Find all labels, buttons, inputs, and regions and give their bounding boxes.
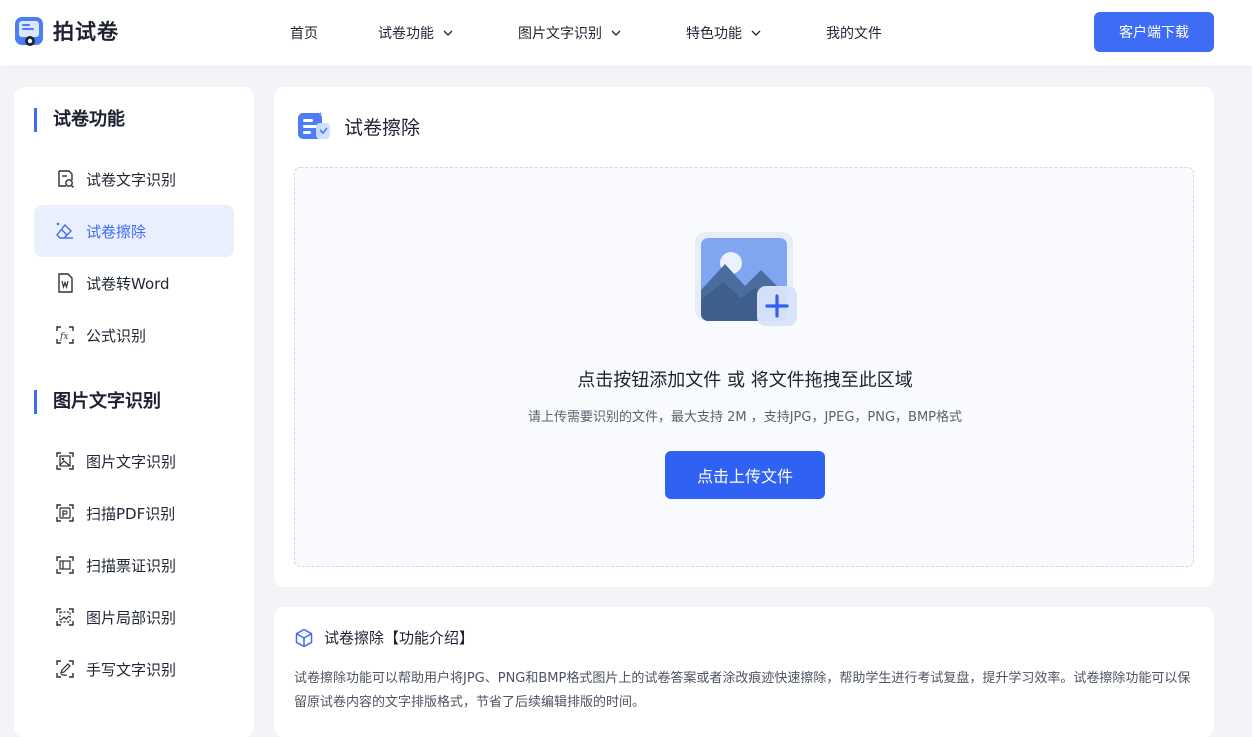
formula-icon: fx	[56, 326, 74, 344]
sidebar-item-formula-ocr[interactable]: fx 公式识别	[34, 309, 234, 361]
sidebar-item-partial-scan[interactable]: 图片局部识别	[34, 591, 234, 643]
sidebar-item-label: 试卷转Word	[86, 274, 170, 293]
intro-body-text: 试卷擦除功能可以帮助用户将JPG、PNG和BMP格式图片上的试卷答案或者涂改痕迹…	[294, 671, 1191, 710]
nav-label: 首页	[290, 26, 318, 42]
top-navigation-bar: 拍试卷 首页 试卷功能 图片文字识别 特色功能 我的文件 客户端下载	[0, 0, 1252, 66]
sidebar-section-title: 图片文字识别	[34, 390, 161, 414]
doc-search-icon	[58, 170, 74, 188]
nav-label: 我的文件	[826, 26, 882, 42]
sidebar: 试卷功能 试卷文字识别 试卷擦除 试卷转Word fx 公式识别 图片文字识别 …	[14, 87, 254, 737]
sidebar-item-label: 试卷擦除	[86, 222, 147, 241]
file-dropzone[interactable]: 点击按钮添加文件 或 将文件拖拽至此区域 请上传需要识别的文件，最大支持 2M …	[294, 167, 1194, 567]
nav-item-exam-features[interactable]: 试卷功能	[378, 23, 518, 43]
sidebar-item-label: 扫描PDF识别	[86, 504, 176, 523]
sidebar-item-label: 图片局部识别	[86, 608, 177, 627]
sidebar-item-label: 扫描票证识别	[86, 556, 177, 575]
dropzone-hint-text: 请上传需要识别的文件，最大支持 2M ，支持JPG，JPEG，PNG，BMP格式	[527, 410, 963, 425]
image-scan-icon	[56, 452, 74, 470]
nav-label: 图片文字识别	[518, 26, 602, 42]
sidebar-item-exam-ocr[interactable]: 试卷文字识别	[34, 153, 234, 205]
upload-panel: 试卷擦除 点击按钮添加文件 或 将文件拖拽至此区域 请上传需要识别的文件，最大支…	[274, 87, 1214, 587]
nav-item-my-files[interactable]: 我的文件	[826, 23, 882, 43]
add-image-icon	[695, 232, 797, 326]
sidebar-item-image-ocr[interactable]: 图片文字识别	[34, 435, 234, 487]
intro-title: 试卷擦除【功能介绍】	[294, 627, 474, 648]
sidebar-item-label: 公式识别	[86, 326, 147, 345]
nav-label: 特色功能	[686, 26, 742, 42]
cube-icon	[295, 628, 313, 647]
sidebar-item-pdf-scan[interactable]: 扫描PDF识别	[34, 487, 234, 539]
sidebar-item-label: 手写文字识别	[86, 660, 177, 679]
brand-name: 拍试卷	[53, 20, 119, 44]
nav-item-image-ocr[interactable]: 图片文字识别	[518, 23, 686, 43]
dropzone-main-text: 点击按钮添加文件 或 将文件拖拽至此区域	[577, 370, 913, 391]
ticket-scan-icon	[56, 556, 74, 574]
sidebar-section-title: 试卷功能	[34, 108, 125, 132]
page-title-text: 试卷擦除	[344, 116, 421, 139]
eraser-icon	[56, 222, 73, 239]
svg-text:fx: fx	[59, 332, 68, 342]
nav-item-special-features[interactable]: 特色功能	[686, 23, 826, 43]
chevron-down-icon	[443, 30, 453, 36]
feature-intro-panel: 试卷擦除【功能介绍】 试卷擦除功能可以帮助用户将JPG、PNG和BMP格式图片上…	[274, 607, 1214, 737]
pdf-scan-icon	[56, 504, 74, 522]
brand-logo[interactable]: 拍试卷	[14, 15, 119, 47]
chevron-down-icon	[611, 30, 621, 36]
sidebar-item-ticket-scan[interactable]: 扫描票证识别	[34, 539, 234, 591]
sidebar-item-exam-erase[interactable]: 试卷擦除	[34, 205, 234, 257]
nav-label: 试卷功能	[378, 26, 434, 42]
upload-file-button[interactable]: 点击上传文件	[665, 451, 825, 499]
handwriting-icon	[56, 660, 74, 678]
word-doc-icon	[58, 273, 73, 293]
main-nav: 首页 试卷功能 图片文字识别 特色功能 我的文件	[290, 0, 882, 66]
sidebar-item-label: 图片文字识别	[86, 452, 177, 471]
intro-title-text: 试卷擦除【功能介绍】	[324, 629, 475, 647]
page-title: 试卷擦除	[296, 109, 420, 143]
exam-erase-feature-icon	[298, 112, 330, 139]
chevron-down-icon	[751, 30, 761, 36]
sidebar-item-label: 试卷文字识别	[86, 170, 177, 189]
nav-item-home[interactable]: 首页	[290, 23, 378, 43]
partial-scan-icon	[56, 608, 74, 626]
sidebar-item-handwriting-ocr[interactable]: 手写文字识别	[34, 643, 234, 695]
client-download-button[interactable]: 客户端下载	[1094, 12, 1214, 52]
logo-icon	[15, 17, 43, 46]
sidebar-item-exam-to-word[interactable]: 试卷转Word	[34, 257, 234, 309]
